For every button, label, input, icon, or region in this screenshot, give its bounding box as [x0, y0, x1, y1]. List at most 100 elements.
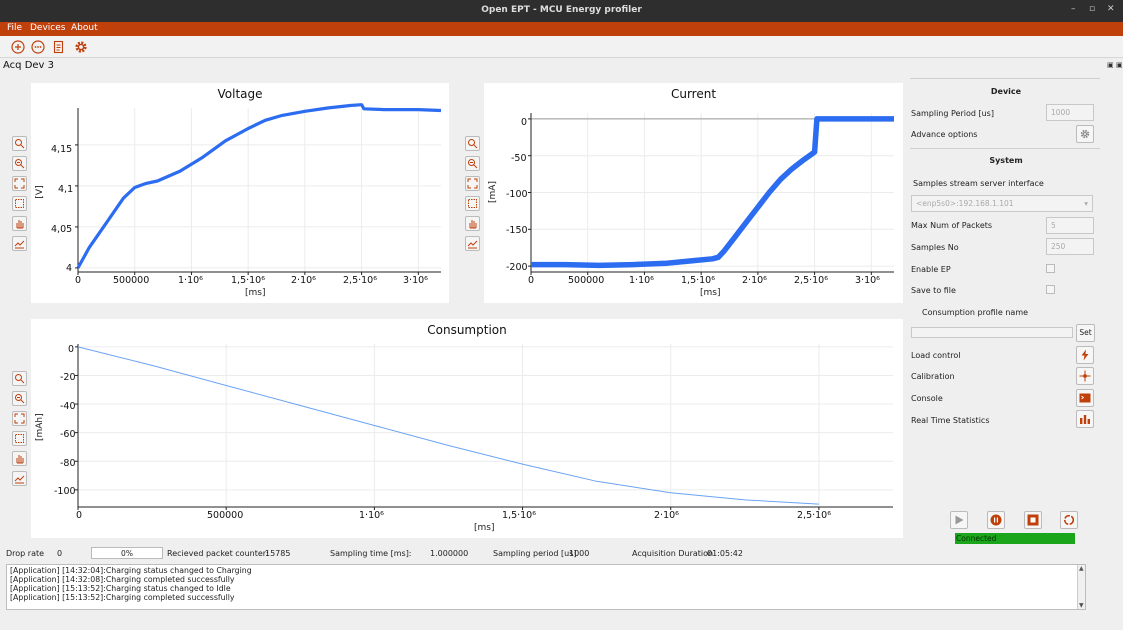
connection-status: Connected	[955, 533, 1075, 544]
toolbar	[0, 36, 1123, 58]
load-control-label: Load control	[911, 351, 961, 360]
stream-interface-select[interactable]: <enp5s0>:192.168.1.101 ▾	[911, 195, 1093, 212]
log-console[interactable]: [Application] [14:32:04]:Charging status…	[6, 564, 1086, 610]
scroll-up-icon[interactable]: ▲	[1079, 565, 1084, 572]
save-to-file-checkbox[interactable]	[1046, 285, 1055, 294]
trend-icon[interactable]	[465, 236, 480, 251]
close-button[interactable]: ✕	[1107, 4, 1115, 14]
advance-options-button[interactable]	[1076, 125, 1094, 143]
duration-label: Acquisition Duration	[632, 549, 714, 558]
stop-button[interactable]	[1024, 511, 1042, 529]
consumption-chart	[75, 344, 893, 510]
chevron-down-icon: ▾	[1084, 199, 1088, 208]
console-label: Console	[911, 394, 943, 403]
stream-interface-label: Samples stream server interface	[913, 179, 1044, 188]
stream-interface-value: <enp5s0>:192.168.1.101	[916, 199, 1014, 208]
select-area-icon[interactable]	[12, 196, 27, 211]
play-button[interactable]	[950, 511, 968, 529]
refresh-icon	[1063, 514, 1075, 526]
window-titlebar: Open EPT - MCU Energy profiler – ▫ ✕	[0, 0, 1123, 22]
duration-value: 01:05:42	[707, 549, 743, 558]
enable-ep-label: Enable EP	[911, 265, 951, 274]
trend-icon[interactable]	[12, 236, 27, 251]
pan-hand-icon[interactable]	[12, 451, 27, 466]
drop-rate-label: Drop rate	[6, 549, 45, 558]
divider	[910, 148, 1100, 149]
progress-label: 0%	[121, 549, 133, 558]
calibration-label: Calibration	[911, 372, 955, 381]
pan-hand-icon[interactable]	[12, 216, 27, 231]
zoom-in-icon[interactable]	[465, 136, 480, 151]
select-area-icon[interactable]	[465, 196, 480, 211]
packet-counter-label: Recieved packet counter:	[167, 549, 269, 558]
load-control-button[interactable]	[1076, 346, 1094, 364]
log-line: [Application] [14:32:04]:Charging status…	[10, 566, 252, 575]
profile-name-label: Consumption profile name	[922, 308, 1029, 317]
fit-icon[interactable]	[12, 176, 27, 191]
status-sampling-period-value: 1000	[569, 549, 590, 558]
zoom-out-icon[interactable]	[12, 391, 27, 406]
profile-name-input[interactable]	[911, 327, 1073, 338]
zoom-in-icon[interactable]	[12, 371, 27, 386]
pan-hand-icon[interactable]	[465, 216, 480, 231]
voltage-plot-panel[interactable]: Voltage [V] [ms] 4,15 4,1 4,05 4 0 50000…	[31, 83, 449, 303]
fit-icon[interactable]	[12, 411, 27, 426]
packet-counter-value: 15785	[265, 549, 291, 558]
scroll-down-icon[interactable]: ▼	[1079, 602, 1084, 609]
max-packets-input[interactable]: 5	[1046, 217, 1094, 234]
console-button[interactable]	[1076, 389, 1094, 407]
set-button[interactable]: Set	[1076, 324, 1095, 342]
zoom-in-icon[interactable]	[12, 136, 27, 151]
dock-float-button[interactable]: ▣	[1107, 61, 1114, 69]
system-section-header: System	[989, 156, 1023, 165]
samples-no-input[interactable]: 250	[1046, 238, 1094, 255]
bar-chart-icon	[1080, 415, 1090, 424]
consumption-plot-panel[interactable]: Consumption [mAh] [ms] 0 -20 -40 -60 -80…	[31, 319, 903, 538]
window-title: Open EPT - MCU Energy profiler	[481, 5, 642, 15]
data-series-line	[77, 346, 819, 505]
voltage-chart	[75, 103, 442, 275]
gear-icon[interactable]	[73, 39, 89, 55]
device-tab-title: Acq Dev 3	[3, 60, 55, 71]
status-sampling-period-label: Sampling period [us]	[493, 549, 577, 558]
document-icon[interactable]	[51, 39, 67, 55]
stop-icon	[1027, 514, 1039, 526]
sampling-time-value: 1.000000	[430, 549, 469, 558]
samples-no-label: Samples No	[911, 243, 959, 252]
zoom-out-icon[interactable]	[12, 156, 27, 171]
drop-rate-value: 0	[57, 549, 63, 558]
pause-button[interactable]	[987, 511, 1005, 529]
fit-icon[interactable]	[465, 176, 480, 191]
add-icon[interactable]	[10, 39, 26, 55]
sampling-period-label: Sampling Period [us]	[911, 109, 994, 118]
rts-button[interactable]	[1076, 410, 1094, 428]
save-to-file-label: Save to file	[911, 286, 956, 295]
maximize-button[interactable]: ▫	[1089, 4, 1095, 14]
console-icon	[1079, 393, 1091, 403]
log-line: [Application] [15:13:52]:Charging status…	[10, 584, 231, 593]
zoom-out-icon[interactable]	[465, 156, 480, 171]
menu-devices[interactable]: Devices	[30, 23, 65, 33]
log-scrollbar[interactable]: ▲ ▼	[1077, 565, 1085, 609]
divider	[910, 78, 1100, 79]
menu-bar: File Devices About	[0, 22, 1123, 36]
log-line: [Application] [14:32:08]:Charging comple…	[10, 575, 235, 584]
gear-icon	[1080, 129, 1090, 139]
sampling-period-input[interactable]: 1000	[1046, 104, 1094, 121]
menu-file[interactable]: File	[7, 23, 22, 33]
device-section-header: Device	[990, 87, 1022, 96]
trend-icon[interactable]	[12, 471, 27, 486]
sampling-time-label: Sampling time [ms]:	[330, 549, 412, 558]
advance-options-label: Advance options	[911, 130, 978, 139]
play-icon	[955, 515, 964, 525]
current-chart	[528, 113, 894, 275]
current-plot-panel[interactable]: Current [mA] [ms] 0 -50 -100 -150 -200 0…	[484, 83, 903, 303]
dock-close-button[interactable]: ▣	[1116, 61, 1123, 69]
dots-icon[interactable]	[30, 39, 46, 55]
menu-about[interactable]: About	[71, 23, 98, 33]
refresh-button[interactable]	[1060, 511, 1078, 529]
enable-ep-checkbox[interactable]	[1046, 264, 1055, 273]
select-area-icon[interactable]	[12, 431, 27, 446]
calibration-button[interactable]	[1076, 367, 1094, 385]
minimize-button[interactable]: –	[1071, 4, 1076, 14]
